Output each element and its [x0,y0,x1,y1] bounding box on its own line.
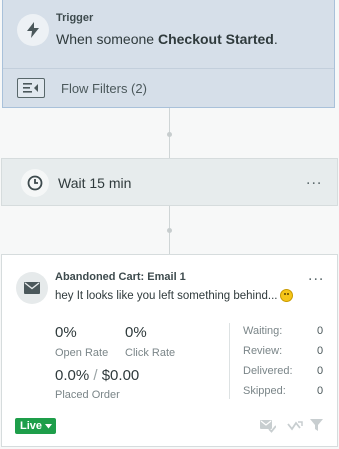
email-title: Abandoned Cart: Email 1 [55,271,186,283]
click-rate-label: Click Rate [125,347,176,359]
skipped-value: 0 [317,385,324,397]
review-label: Review: [243,345,283,357]
waiting-value: 0 [317,325,324,337]
flow-filters-icon[interactable] [17,78,45,98]
wait-menu-button[interactable]: ... [306,172,322,188]
email-card[interactable]: Abandoned Cart: Email 1 ... hey It looks… [1,254,338,447]
trend-icon[interactable] [287,419,303,433]
chevron-down-icon [45,423,53,428]
email-menu-button[interactable]: ... [308,268,324,284]
wait-card[interactable]: Wait 15 min ... [1,158,338,206]
flow-filters-link[interactable]: Flow Filters (2) [61,81,147,96]
connector-dot [167,228,172,233]
trigger-event-name: Checkout Started [157,31,274,47]
filter-icon[interactable] [310,419,323,432]
open-rate-value: 0% [55,324,77,341]
email-preview-text: hey It looks like you left something beh… [55,289,294,302]
waiting-label: Waiting: [243,325,283,337]
clock-icon [21,169,49,197]
open-rate-label: Open Rate [55,347,109,359]
click-rate-value: 0% [125,324,147,341]
review-value: 0 [317,345,324,357]
status-dropdown[interactable]: Live [15,418,57,434]
stats-divider [229,323,230,399]
trigger-description: When someone Checkout Started. [56,31,278,47]
lightning-icon [17,14,49,46]
wait-duration-label: Wait 15 min [58,175,132,191]
skipped-label: Skipped: [243,385,286,397]
delivered-label: Delivered: [243,365,293,377]
email-check-icon[interactable] [260,419,276,433]
placed-order-value: 0.0% / $0.00 [55,367,140,384]
worried-face-emoji-icon [280,289,294,302]
placed-order-label: Placed Order [55,389,120,401]
status-label: Live [20,420,43,432]
connector-dot [167,132,172,137]
delivered-value: 0 [317,365,324,377]
trigger-card[interactable]: Trigger When someone Checkout Started. F… [2,0,335,108]
trigger-divider [3,68,334,69]
trigger-label: Trigger [56,12,94,24]
envelope-icon [16,272,48,304]
